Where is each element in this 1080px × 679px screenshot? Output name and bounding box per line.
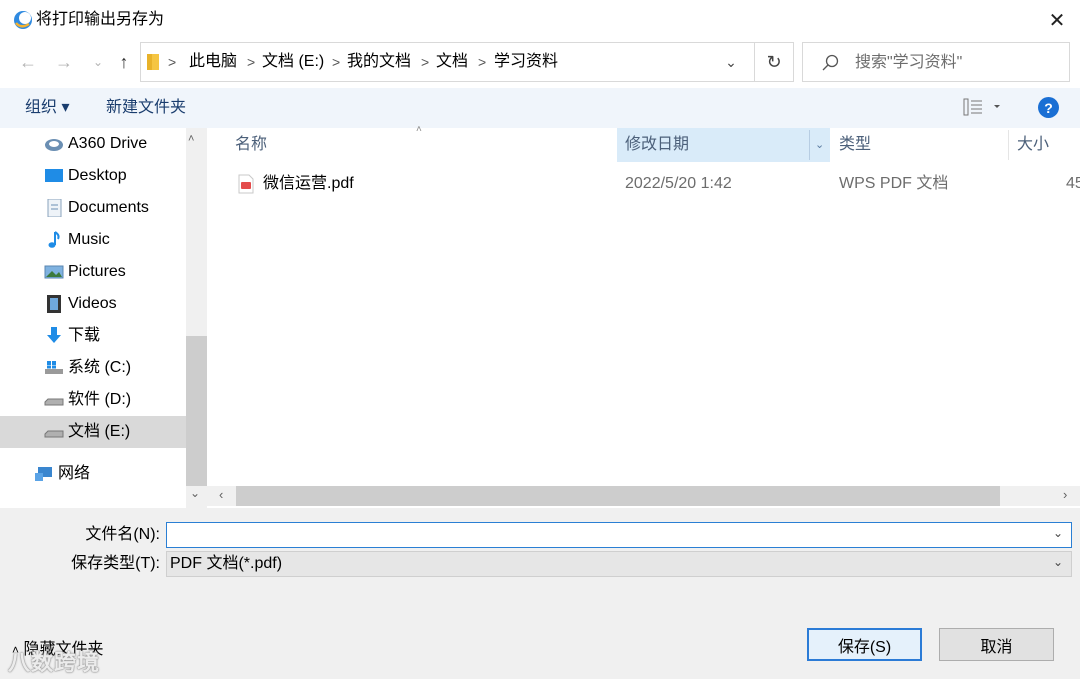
breadcrumb-separator[interactable]: > xyxy=(421,52,429,72)
drive-icon xyxy=(44,423,64,441)
pictures-icon xyxy=(44,263,64,281)
folder-icon xyxy=(146,53,160,71)
help-icon[interactable]: ? xyxy=(1038,97,1059,118)
navigation-pane: A360 Drive Desktop Documents Music Pictu… xyxy=(0,128,186,508)
documents-icon xyxy=(44,198,64,218)
print-app-icon xyxy=(12,9,34,31)
filename-label: 文件名(N): xyxy=(85,526,160,543)
recent-locations-chevron-icon[interactable]: ⌄ xyxy=(84,48,112,76)
column-header-name[interactable]: 名称 xyxy=(235,128,615,162)
breadcrumb-drive-e[interactable]: 文档 (E:) xyxy=(262,52,324,72)
breadcrumb-my-documents[interactable]: 我的文档 xyxy=(347,52,411,72)
videos-icon xyxy=(44,295,64,313)
address-bar[interactable]: > 此电脑 > 文档 (E:) > 我的文档 > 文档 > 学习资料 ⌄ xyxy=(140,42,794,82)
save-button[interactable]: 保存(S) xyxy=(807,628,922,661)
search-icon xyxy=(821,53,841,73)
cloud-drive-icon xyxy=(44,135,64,153)
nav-item-pictures[interactable]: Pictures xyxy=(0,256,186,288)
table-row[interactable]: 微信运营.pdf 2022/5/20 1:42 WPS PDF 文档 45 xyxy=(232,170,1080,200)
pdf-file-icon xyxy=(238,174,254,194)
breadcrumb-separator[interactable]: > xyxy=(247,52,255,72)
nav-item-label: 网络 xyxy=(58,465,91,482)
scroll-up-chevron-icon[interactable]: ˄ xyxy=(188,133,194,145)
refresh-icon[interactable]: ↻ xyxy=(754,42,794,82)
column-filter-chevron-icon[interactable]: ⌄ xyxy=(815,128,824,162)
column-divider[interactable] xyxy=(809,130,810,160)
command-bar: 组织 ▾ 新建文件夹 xyxy=(0,88,1080,128)
filetype-label: 保存类型(T): xyxy=(71,555,160,572)
column-header-size[interactable]: 大小 xyxy=(1017,128,1080,162)
nav-item-music[interactable]: Music xyxy=(0,224,186,256)
address-history-chevron-icon[interactable]: ⌄ xyxy=(719,51,743,73)
nav-item-videos[interactable]: Videos xyxy=(0,288,186,320)
filename-field[interactable]: ⌄ xyxy=(166,522,1072,548)
nav-item-desktop[interactable]: Desktop xyxy=(0,160,186,192)
nav-item-network[interactable]: 网络 xyxy=(0,458,176,490)
filetype-value: PDF 文档(*.pdf) xyxy=(170,555,283,572)
organize-button[interactable]: 组织 ▾ xyxy=(25,98,69,118)
music-icon xyxy=(44,231,64,249)
nav-item-downloads[interactable]: 下载 xyxy=(0,320,186,352)
nav-item-label: Desktop xyxy=(68,167,127,184)
file-date: 2022/5/20 1:42 xyxy=(625,175,732,192)
filetype-dropdown-chevron-icon[interactable]: ⌄ xyxy=(1053,555,1063,569)
nav-item-label: 下载 xyxy=(68,327,101,344)
breadcrumb-separator: > xyxy=(168,54,177,70)
drive-icon xyxy=(44,391,64,409)
search-input[interactable]: 搜索"学习资料" xyxy=(855,53,962,73)
download-icon xyxy=(44,327,64,345)
forward-arrow-icon[interactable]: → xyxy=(50,48,78,76)
window-title: 将打印输出另存为 xyxy=(36,11,165,28)
breadcrumb-documents[interactable]: 文档 xyxy=(436,52,468,72)
breadcrumb-this-pc[interactable]: 此电脑 xyxy=(189,52,237,72)
nav-item-drive-e[interactable]: 文档 (E:) xyxy=(0,416,186,448)
scroll-left-chevron-icon[interactable]: ‹ xyxy=(219,487,223,502)
cancel-button[interactable]: 取消 xyxy=(939,628,1054,661)
system-drive-icon xyxy=(44,359,64,377)
nav-item-label: 系统 (C:) xyxy=(68,359,132,376)
up-arrow-icon[interactable]: ↑ xyxy=(110,48,138,76)
filetype-select[interactable]: PDF 文档(*.pdf) ⌄ xyxy=(166,551,1072,577)
nav-item-label: Videos xyxy=(68,295,117,312)
back-arrow-icon[interactable]: ← xyxy=(14,48,42,76)
column-divider[interactable] xyxy=(1008,130,1009,160)
nav-pane-scroll-thumb[interactable] xyxy=(186,336,207,486)
watermark: 八数跨境 xyxy=(8,650,101,675)
close-button[interactable]: ✕ xyxy=(1040,4,1074,36)
column-header-date[interactable]: 修改日期 ⌄ xyxy=(617,128,830,162)
file-size: 45 xyxy=(1066,175,1080,192)
network-icon xyxy=(34,465,54,483)
nav-item-label: A360 Drive xyxy=(68,135,148,152)
scroll-right-chevron-icon[interactable]: › xyxy=(1063,487,1067,502)
column-header-date-label: 修改日期 xyxy=(625,136,690,153)
nav-item-label: Pictures xyxy=(68,263,126,280)
nav-item-drive-c[interactable]: 系统 (C:) xyxy=(0,352,186,384)
breadcrumb-separator[interactable]: > xyxy=(332,52,340,72)
nav-item-label: Music xyxy=(68,231,110,248)
scroll-down-chevron-icon[interactable]: ⌄ xyxy=(190,486,200,500)
search-box[interactable]: 搜索"学习资料" xyxy=(802,42,1070,82)
view-options-icon[interactable] xyxy=(962,96,1004,118)
desktop-icon xyxy=(44,167,64,185)
nav-item-label: 文档 (E:) xyxy=(68,423,131,440)
nav-item-documents[interactable]: Documents xyxy=(0,192,186,224)
nav-item-a360-drive[interactable]: A360 Drive xyxy=(0,128,186,160)
nav-item-label: 软件 (D:) xyxy=(68,391,132,408)
hscroll-thumb[interactable] xyxy=(236,486,1000,506)
new-folder-button[interactable]: 新建文件夹 xyxy=(106,98,186,118)
file-type: WPS PDF 文档 xyxy=(839,175,949,192)
nav-item-label: Documents xyxy=(68,199,149,216)
nav-item-drive-d[interactable]: 软件 (D:) xyxy=(0,384,186,416)
file-name: 微信运营.pdf xyxy=(263,175,354,192)
filename-dropdown-chevron-icon[interactable]: ⌄ xyxy=(1053,526,1063,540)
column-header-type[interactable]: 类型 xyxy=(839,128,1009,162)
breadcrumb-separator[interactable]: > xyxy=(478,52,486,72)
breadcrumb-study-materials[interactable]: 学习资料 xyxy=(494,52,558,72)
